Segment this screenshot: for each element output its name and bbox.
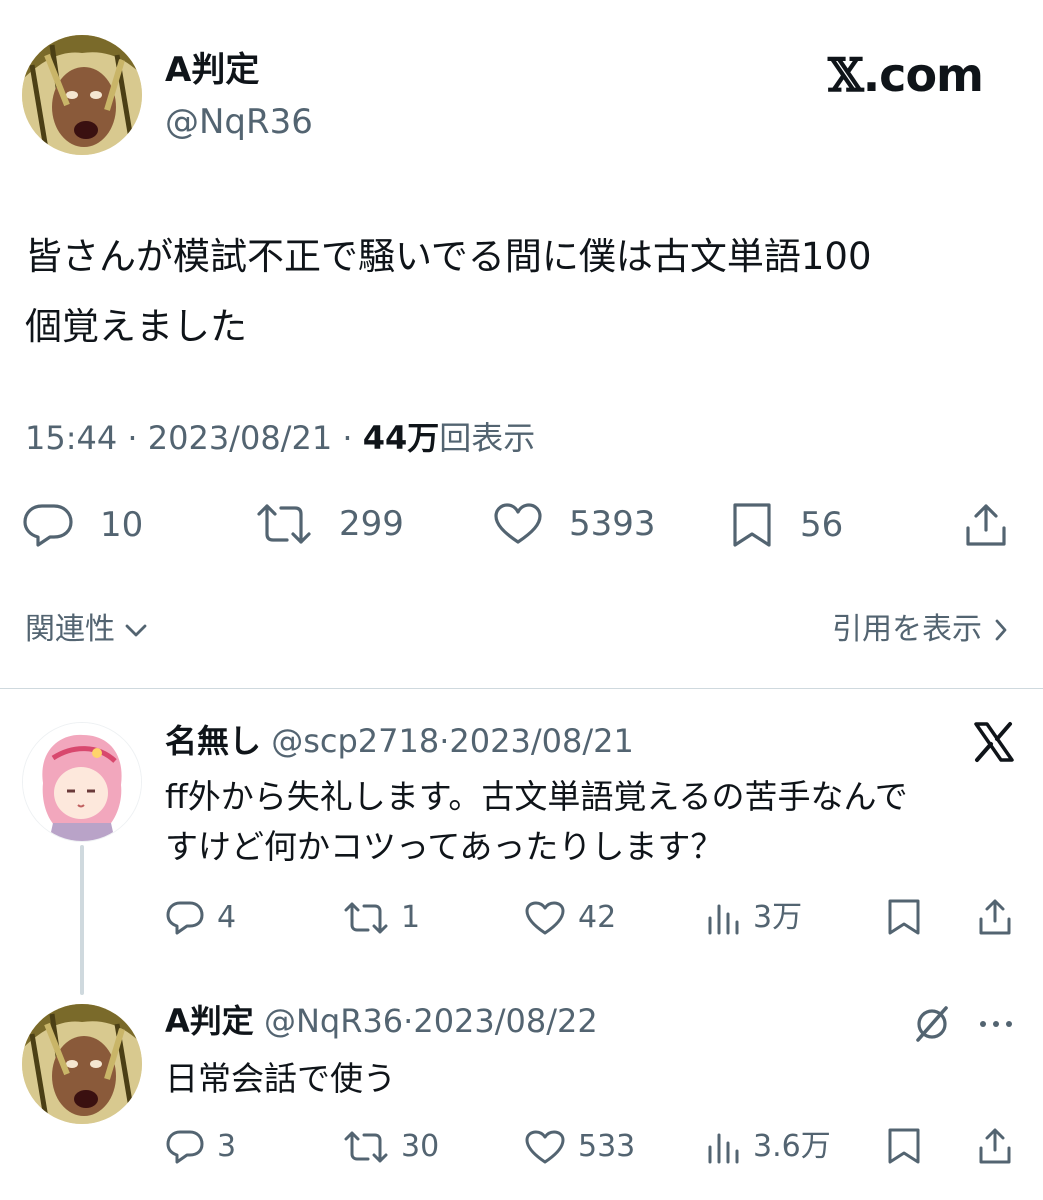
like-button[interactable]: 42 xyxy=(524,898,616,938)
share-button[interactable] xyxy=(962,502,1010,548)
like-count: 5393 xyxy=(569,504,656,544)
tweet-text-line: 個覚えました xyxy=(25,305,247,348)
share-icon xyxy=(966,504,1006,546)
share-button[interactable] xyxy=(976,1127,1014,1165)
reply-icon xyxy=(166,901,204,935)
reply-avatar[interactable] xyxy=(22,1004,142,1124)
share-button[interactable] xyxy=(976,898,1014,936)
reply-text-line: 日常会話で使う xyxy=(165,1059,396,1098)
analytics-icon xyxy=(708,1133,739,1164)
view-label: 回表示 xyxy=(439,419,536,457)
reply-header: A判定 @NqR36·2023/08/22 xyxy=(165,1000,598,1042)
bookmark-button[interactable] xyxy=(886,898,922,936)
tweet-screenshot: A判定 @NqR36 𝕏.com 皆さんが模試不正で騒いでる間に僕は古文単語10… xyxy=(0,0,1043,1200)
more-options-icon[interactable] xyxy=(976,1012,1016,1036)
retweet-count: 1 xyxy=(401,900,421,935)
meta-separator: · xyxy=(403,1002,414,1040)
reply-button[interactable]: 3 xyxy=(165,1127,236,1167)
divider xyxy=(0,688,1043,689)
retweet-count: 299 xyxy=(339,504,404,544)
like-count: 42 xyxy=(578,900,617,935)
tweet-text: 皆さんが模試不正で騒いでる間に僕は古文単語100 個覚えました xyxy=(25,222,1015,362)
retweet-count: 30 xyxy=(401,1129,440,1164)
reply-text: 日常会話で使う xyxy=(165,1054,1025,1104)
tweet-meta: 15:44 · 2023/08/21 · 44万回表示 xyxy=(25,416,535,460)
share-icon xyxy=(979,899,1011,935)
reply-date[interactable]: 2023/08/21 xyxy=(449,722,633,760)
author-handle[interactable]: @NqR36 xyxy=(165,100,313,144)
meta-separator: · xyxy=(342,419,353,457)
thread-line xyxy=(80,845,84,995)
reply-handle[interactable]: @scp2718 xyxy=(271,722,439,760)
author-avatar[interactable] xyxy=(22,35,142,155)
like-button[interactable]: 5393 xyxy=(493,502,656,546)
heart-icon xyxy=(494,503,542,544)
bookmark-count: 56 xyxy=(800,505,844,545)
heart-icon xyxy=(525,901,565,935)
view-count: 3万 xyxy=(753,900,803,935)
reply-button[interactable]: 10 xyxy=(22,502,143,548)
sort-relevance[interactable]: 関連性 xyxy=(25,610,149,650)
reply-button[interactable]: 4 xyxy=(165,898,236,938)
views-button[interactable]: 3万 xyxy=(705,898,802,938)
reply-count: 10 xyxy=(100,505,144,545)
reply-icon xyxy=(23,504,73,547)
reply-count: 3 xyxy=(217,1129,237,1164)
view-count: 44万 xyxy=(362,419,440,457)
bookmark-button[interactable]: 56 xyxy=(730,502,843,548)
retweet-button[interactable]: 30 xyxy=(343,1127,439,1167)
reply-header: 名無し @scp2718·2023/08/21 xyxy=(165,720,634,762)
reply-text-line: ff外から失礼します。古文単語覚えるの苦手なんで xyxy=(165,777,908,816)
bookmark-icon xyxy=(888,899,920,935)
meta-separator: · xyxy=(127,419,138,457)
reply-icon xyxy=(166,1130,204,1164)
reply-handle[interactable]: @NqR36 xyxy=(264,1002,403,1040)
author-display-name[interactable]: A判定 xyxy=(165,48,259,92)
x-logo-mark: 𝕏 xyxy=(828,48,864,102)
chevron-right-icon xyxy=(995,619,1007,641)
reply-text-line: すけど何かコツってあったりします？ xyxy=(165,827,724,866)
bookmark-icon xyxy=(888,1128,920,1164)
like-count: 533 xyxy=(578,1129,636,1164)
retweet-icon xyxy=(344,1131,388,1163)
bookmark-button[interactable] xyxy=(886,1127,922,1165)
heart-icon xyxy=(525,1130,565,1164)
x-logo: 𝕏.com xyxy=(828,48,984,102)
tweet-time[interactable]: 15:44 xyxy=(25,419,117,457)
bookmark-icon xyxy=(733,503,771,547)
views-button[interactable]: 3.6万 xyxy=(705,1127,831,1167)
reply-avatar[interactable] xyxy=(22,722,142,842)
x-logo-suffix: .com xyxy=(862,48,984,102)
view-count: 3.6万 xyxy=(753,1129,831,1164)
retweet-button[interactable]: 1 xyxy=(343,898,420,938)
sort-label: 関連性 xyxy=(25,612,115,647)
quotes-label: 引用を表示 xyxy=(832,612,982,647)
reply-date[interactable]: 2023/08/22 xyxy=(413,1002,597,1040)
meta-separator: · xyxy=(439,722,450,760)
x-logo-icon xyxy=(972,720,1016,764)
chevron-down-icon xyxy=(125,624,147,637)
retweet-button[interactable]: 299 xyxy=(255,502,404,546)
view-quotes-link[interactable]: 引用を表示 xyxy=(832,610,1010,650)
reply-display-name[interactable]: 名無し xyxy=(165,722,261,760)
tweet-date[interactable]: 2023/08/21 xyxy=(148,419,332,457)
reply-text: ff外から失礼します。古文単語覚えるの苦手なんで すけど何かコツってあったりしま… xyxy=(165,772,1025,872)
reply-count: 4 xyxy=(217,900,237,935)
grok-icon[interactable] xyxy=(912,1004,952,1044)
tweet-text-line: 皆さんが模試不正で騒いでる間に僕は古文単語100 xyxy=(25,235,872,278)
like-button[interactable]: 533 xyxy=(524,1127,635,1167)
share-icon xyxy=(979,1128,1011,1164)
retweet-icon xyxy=(257,504,311,544)
retweet-icon xyxy=(344,902,388,934)
analytics-icon xyxy=(708,904,739,935)
reply-display-name[interactable]: A判定 xyxy=(165,1002,254,1040)
